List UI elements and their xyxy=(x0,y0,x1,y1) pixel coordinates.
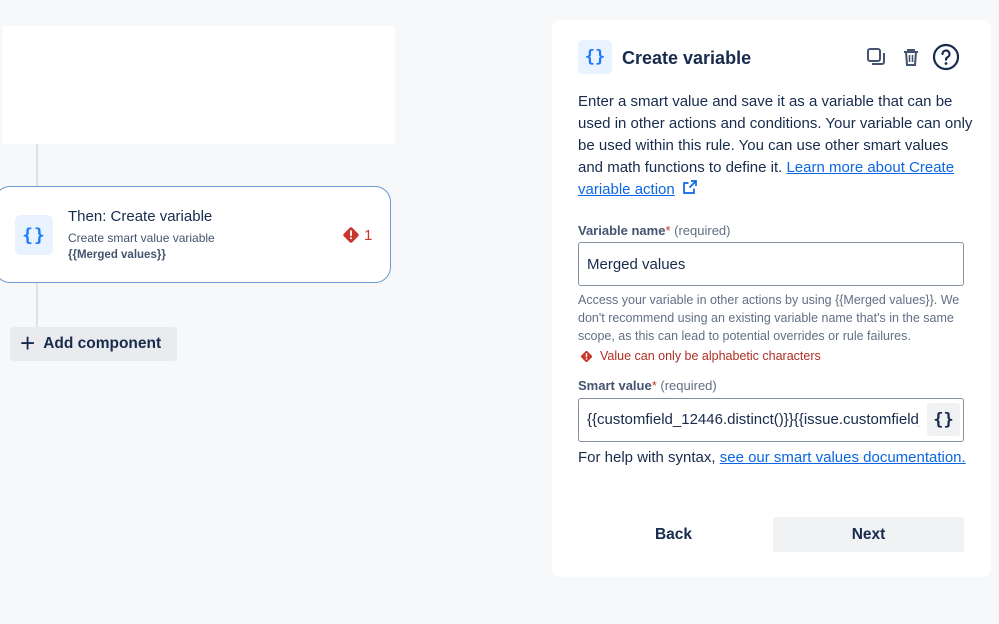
external-link-icon xyxy=(683,180,697,194)
required-marker: * xyxy=(651,378,657,393)
create-variable-panel: {} Create variable Enter a smart value a… xyxy=(552,20,991,577)
duplicate-button[interactable] xyxy=(861,42,891,72)
variable-name-hint: Access your variable in other actions by… xyxy=(578,293,960,343)
component-subtitle: Create smart value variable xyxy=(68,231,215,245)
back-button[interactable]: Back xyxy=(578,517,769,552)
smart-value-label: Smart value* (required) xyxy=(578,378,717,393)
error-diamond-icon xyxy=(580,350,593,362)
panel-title: Create variable xyxy=(622,48,752,68)
flow-connector xyxy=(36,144,38,186)
previous-component-card xyxy=(2,26,395,144)
curly-braces-icon: {} xyxy=(933,409,954,430)
variable-name-input[interactable] xyxy=(578,242,964,286)
smart-values-docs-link[interactable]: see our smart values documentation. xyxy=(720,449,966,466)
variable-name-label-text: Variable name xyxy=(578,223,666,238)
smart-value-input[interactable] xyxy=(579,399,927,440)
error-indicator: 1 xyxy=(342,226,372,244)
error-text: Value can only be alphabetic characters xyxy=(600,349,821,363)
variable-name-error: Value can only be alphabetic characters xyxy=(580,349,821,363)
duplicate-icon xyxy=(867,48,885,65)
flow-connector xyxy=(36,283,38,327)
create-variable-component-card[interactable]: {} Then: Create variable Create smart va… xyxy=(0,186,391,283)
component-variable: {{Merged values}} xyxy=(68,249,166,261)
help-button[interactable] xyxy=(931,42,961,72)
add-component-label: Add component xyxy=(43,335,162,352)
curly-braces-icon: {} xyxy=(578,40,612,74)
smart-value-label-text: Smart value xyxy=(578,378,652,393)
help-text: For help with syntax, xyxy=(578,449,720,466)
panel-description: Enter a smart value and save it as a var… xyxy=(578,91,973,201)
error-diamond-icon xyxy=(343,227,359,243)
curly-braces-icon: {} xyxy=(15,215,53,255)
insert-smart-value-button[interactable]: {} xyxy=(927,403,960,436)
smart-value-field: {} xyxy=(578,398,964,442)
variable-name-label: Variable name* (required) xyxy=(578,223,731,238)
required-text: (required) xyxy=(660,378,717,393)
component-title: Then: Create variable xyxy=(68,208,213,225)
required-text: (required) xyxy=(674,223,731,238)
trash-icon xyxy=(904,49,918,66)
add-component-button[interactable]: + Add component xyxy=(10,327,177,361)
plus-icon: + xyxy=(20,328,36,358)
question-circle-icon xyxy=(932,43,960,71)
delete-button[interactable] xyxy=(896,42,926,72)
syntax-help: For help with syntax, see our smart valu… xyxy=(578,447,973,469)
required-marker: * xyxy=(665,223,671,238)
error-count: 1 xyxy=(364,226,373,244)
next-button[interactable]: Next xyxy=(773,517,964,552)
